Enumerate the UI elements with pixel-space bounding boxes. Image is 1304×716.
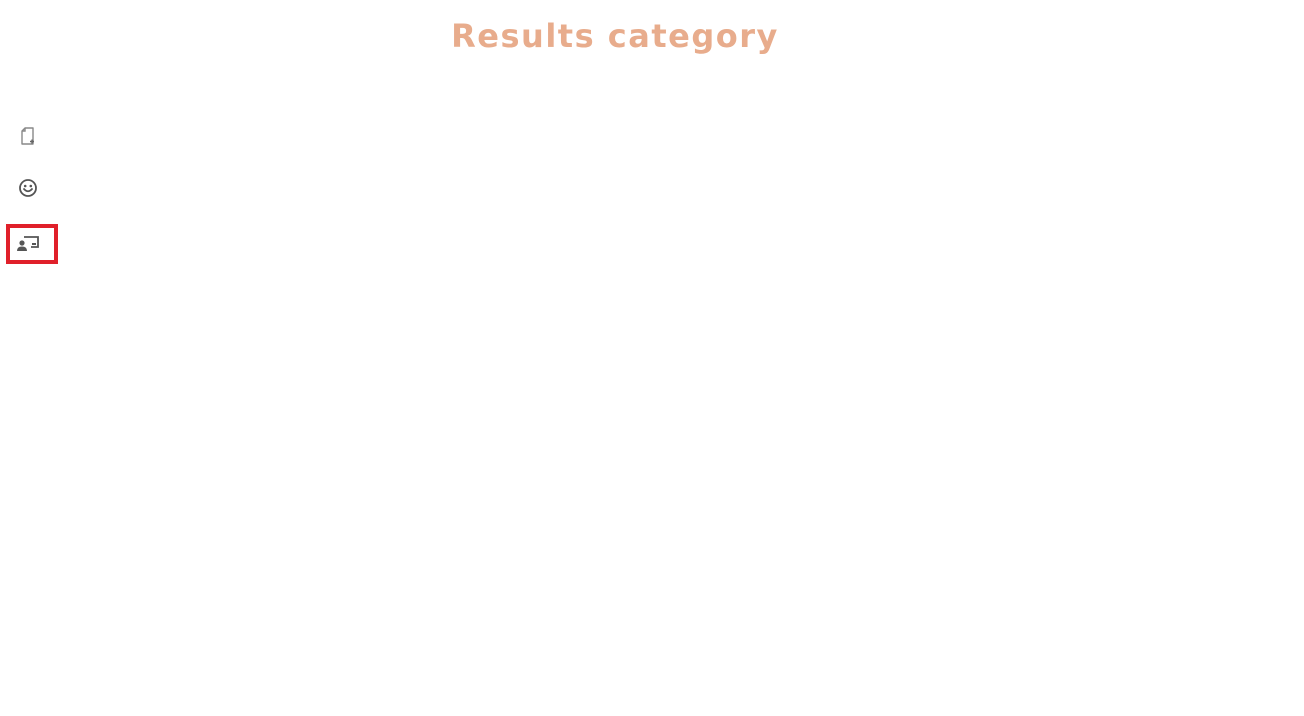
presenter-screen-icon [16,232,40,256]
sidebar-item-presenter[interactable] [6,224,58,264]
sidebar-item-new-document[interactable] [8,118,56,154]
smiley-icon [16,176,40,200]
new-document-icon [16,124,40,148]
sidebar [0,0,60,716]
sidebar-item-emoji[interactable] [8,170,56,206]
page-title: Results category [451,17,779,55]
